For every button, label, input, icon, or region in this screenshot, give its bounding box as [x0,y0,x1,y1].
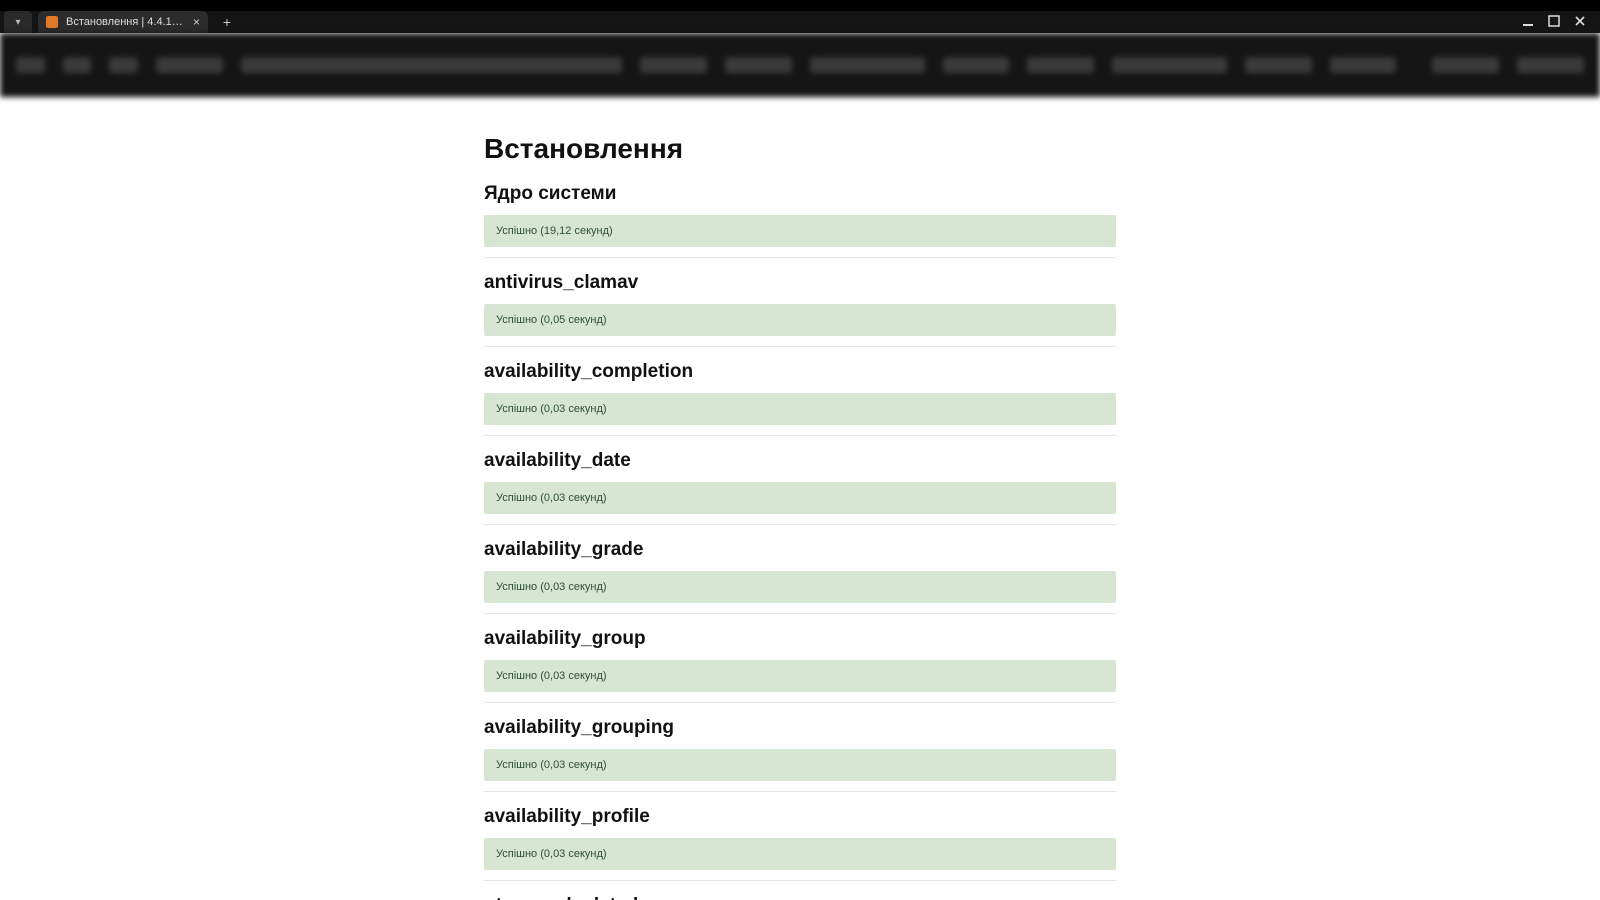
section-title: availability_group [484,628,1116,650]
status-badge: Успішно (0,03 секунд) [484,482,1116,514]
section-title: antivirus_clamav [484,272,1116,294]
window-controls [1522,11,1600,33]
install-section: availability_grade Успішно (0,03 секунд) [484,539,1116,614]
tab-search-button[interactable]: ▾ [4,11,32,33]
close-window-button[interactable] [1574,15,1586,30]
section-title: availability_date [484,450,1116,472]
section-title: availability_grade [484,539,1116,561]
install-section: qtype_calculated Успішно (0,09 секунд) [484,895,1116,900]
install-section: availability_grouping Успішно (0,03 секу… [484,717,1116,792]
chevron-down-icon: ▾ [15,17,20,28]
section-title: qtype_calculated [484,895,1116,900]
install-section: availability_date Успішно (0,03 секунд) [484,450,1116,525]
status-badge: Успішно (19,12 секунд) [484,215,1116,247]
status-badge: Успішно (0,03 секунд) [484,660,1116,692]
page-viewport[interactable]: Встановлення Ядро системи Успішно (19,12… [0,97,1600,900]
install-section: Ядро системи Успішно (19,12 секунд) [484,183,1116,258]
new-tab-button[interactable]: + [214,11,240,33]
status-badge: Успішно (0,03 секунд) [484,749,1116,781]
page-content: Встановлення Ядро системи Успішно (19,12… [484,97,1116,900]
section-title: Ядро системи [484,183,1116,205]
browser-tab-active[interactable]: Встановлення | 4.4.1 (Build… × [38,11,208,33]
install-section: availability_profile Успішно (0,03 секун… [484,806,1116,881]
status-badge: Успішно (0,03 секунд) [484,393,1116,425]
install-section: antivirus_clamav Успішно (0,05 секунд) [484,272,1116,347]
tab-title: Встановлення | 4.4.1 (Build… [66,16,185,28]
maximize-button[interactable] [1548,15,1560,30]
section-title: availability_grouping [484,717,1116,739]
status-badge: Успішно (0,05 секунд) [484,304,1116,336]
section-title: availability_completion [484,361,1116,383]
install-section: availability_completion Успішно (0,03 се… [484,361,1116,436]
section-title: availability_profile [484,806,1116,828]
minimize-button[interactable] [1522,15,1534,30]
favicon-icon [46,16,58,28]
install-section: availability_group Успішно (0,03 секунд) [484,628,1116,703]
browser-tabstrip: ▾ Встановлення | 4.4.1 (Build… × + [0,11,1600,33]
plus-icon: + [223,14,231,30]
browser-toolbar-blurred [0,33,1600,97]
status-badge: Успішно (0,03 секунд) [484,571,1116,603]
close-icon[interactable]: × [193,15,200,29]
page-title: Встановлення [484,133,1116,165]
desktop-top-bar [0,0,1600,11]
status-badge: Успішно (0,03 секунд) [484,838,1116,870]
